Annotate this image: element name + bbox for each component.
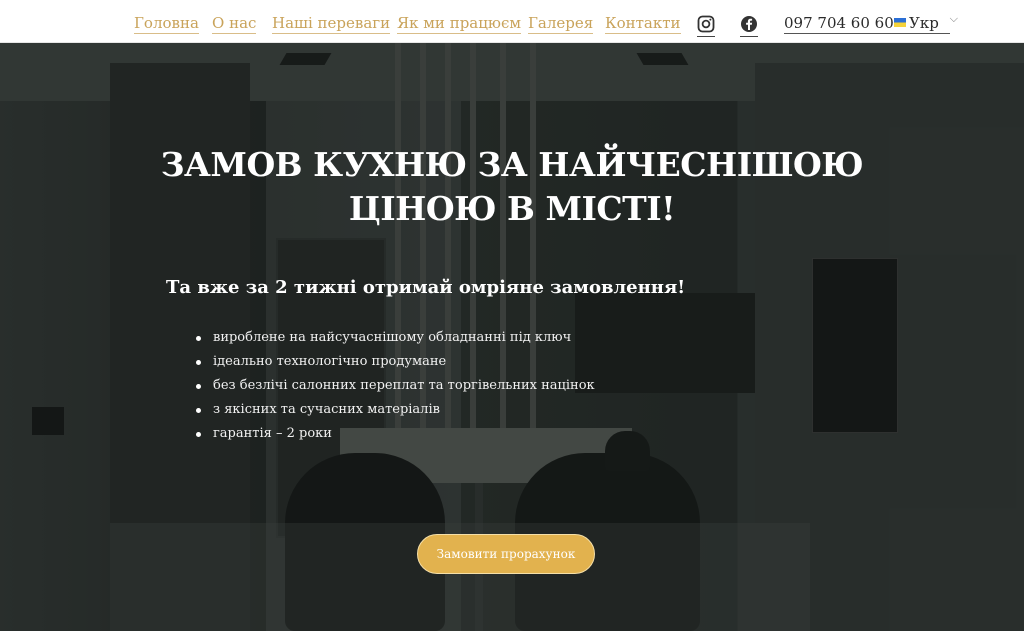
nav-how-we-work[interactable]: Як ми працюєм [397,13,522,34]
hero-title: ЗАМОВ КУХНЮ ЗА НАЙЧЕСНІШОЮ ЦІНОЮ В МІСТІ… [0,143,1024,231]
feature-item: виробленe на найсучаснішому обладнанні п… [196,326,595,350]
chevron-down-icon: ⌵ [949,12,958,25]
instagram-link[interactable] [697,15,715,37]
nav-about[interactable]: О нас [212,13,257,34]
hero-title-line-2: ЦІНОЮ В МІСТІ! [348,189,676,228]
nav-advantages[interactable]: Наші переваги [272,13,391,34]
instagram-icon [697,15,715,33]
ukraine-flag-icon [894,18,906,27]
site-header: Головна О нас Наші переваги Як ми працює… [0,0,1024,43]
language-label: Укр [909,13,939,32]
feature-item: ідеально технологічно продумане [196,350,595,374]
nav-contacts[interactable]: Контакти [605,13,681,34]
feature-item: без безлічі салонних переплат та торгіве… [196,374,595,398]
feature-item: з якісних та сучасних матеріалів [196,398,595,422]
language-selector[interactable]: Укр ⌵ [894,12,958,34]
hero-title-line-1: ЗАМОВ КУХНЮ ЗА НАЙЧЕСНІШОЮ [160,145,864,184]
facebook-link[interactable] [740,15,758,37]
order-calculation-button[interactable]: Замовити прорахунок [417,534,595,574]
feature-item: гарантія – 2 роки [196,422,595,446]
hero-subtitle: Та вже за 2 тижні отримай омріяне замовл… [166,277,686,298]
facebook-icon [741,16,757,32]
features-list: виробленe на найсучаснішому обладнанні п… [196,326,595,446]
nav-home[interactable]: Головна [134,13,199,34]
nav-gallery[interactable]: Галерея [528,13,594,34]
phone-link[interactable]: 097 704 60 60 [784,13,894,34]
